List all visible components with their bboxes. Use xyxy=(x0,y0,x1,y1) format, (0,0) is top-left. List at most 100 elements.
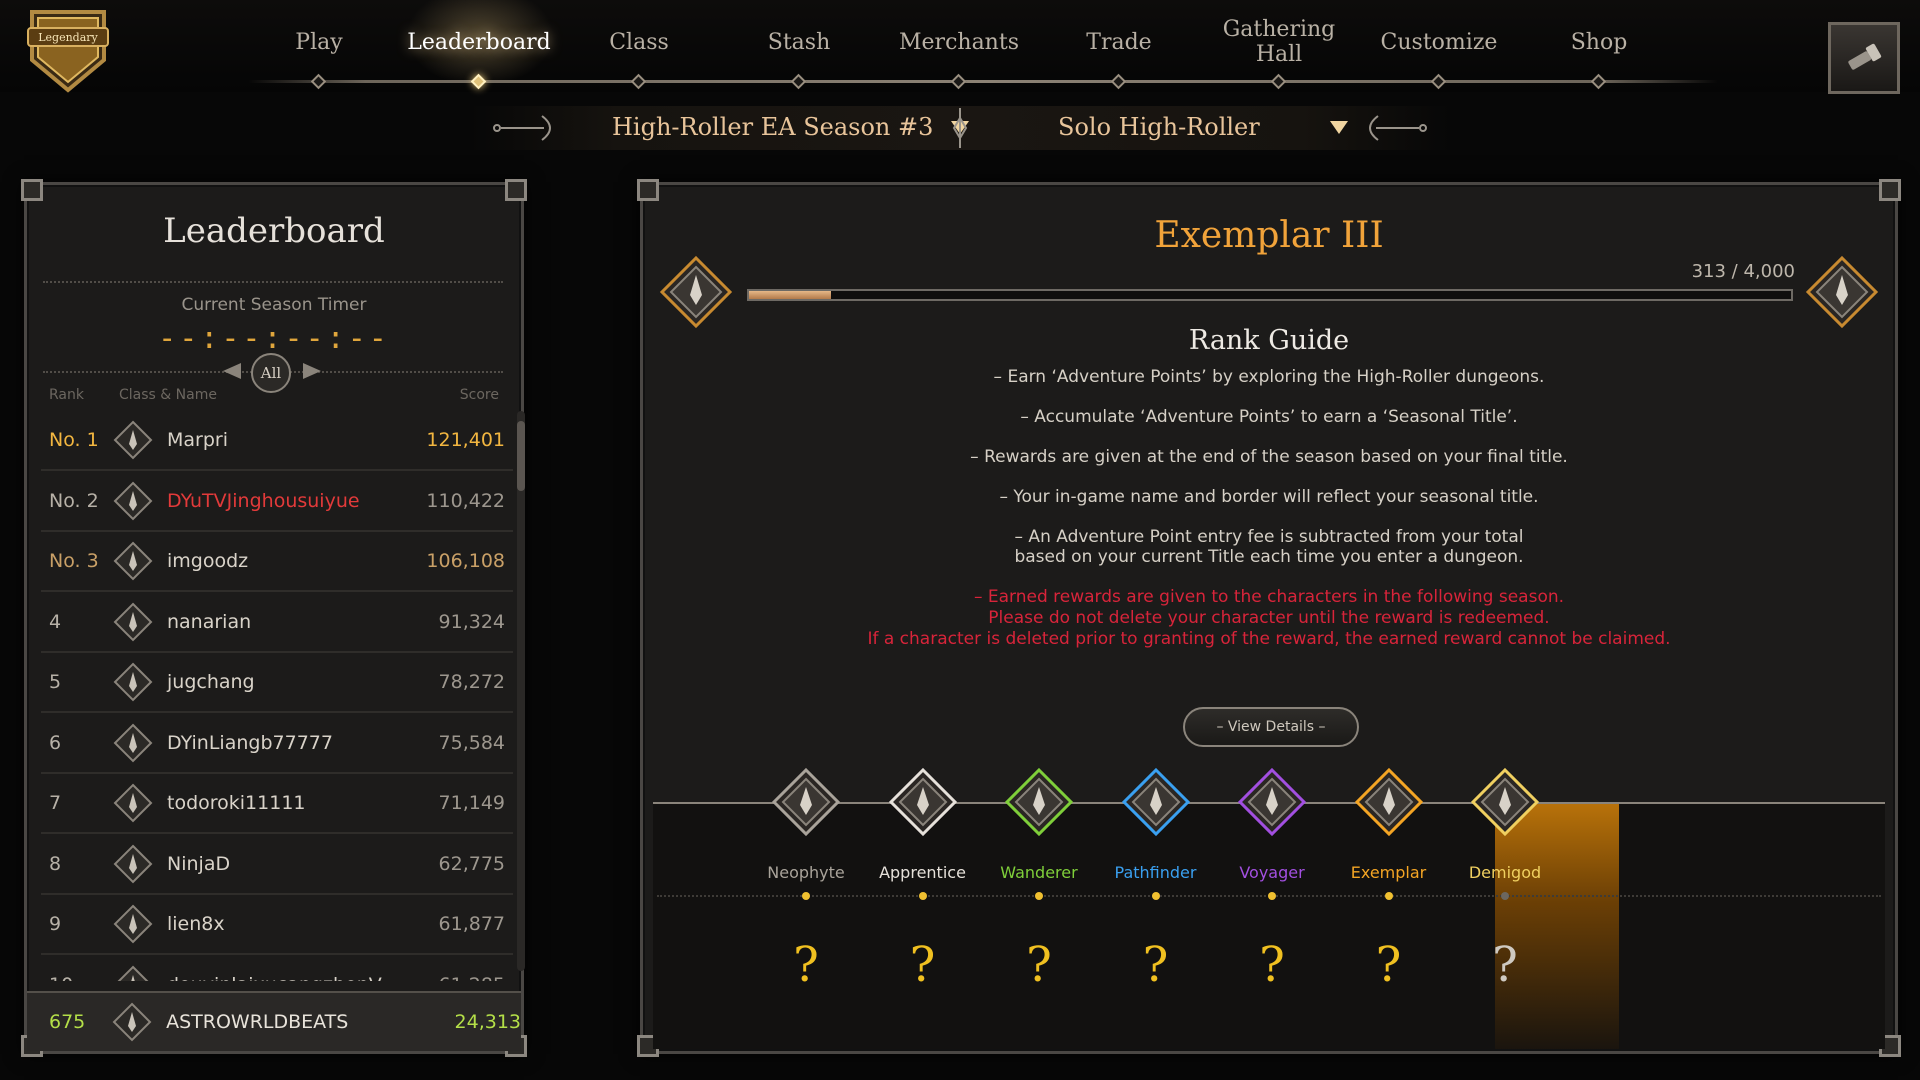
row-rank: 10 xyxy=(41,974,111,982)
tab-stash[interactable]: Stash xyxy=(724,14,874,70)
guide-line: – An Adventure Point entry fee is subtra… xyxy=(1014,527,1524,547)
class-emblem-icon xyxy=(111,781,155,825)
row-player-name: jugchang xyxy=(167,671,255,693)
legendary-badge-icon[interactable]: Legendary xyxy=(24,2,112,94)
leaderboard-row[interactable]: 6 DYinLiangb77777 75,584 xyxy=(41,714,513,774)
my-name: ASTROWRLDBEATS xyxy=(166,1011,349,1033)
tier-reward-icon[interactable]: ? xyxy=(1131,935,1181,995)
tier-apprentice[interactable]: Apprentice? xyxy=(858,767,988,1037)
leaderboard-row[interactable]: 5 jugchang 78,272 xyxy=(41,653,513,713)
tier-reward-icon[interactable]: ? xyxy=(781,935,831,995)
tier-demigod[interactable]: Demigod? xyxy=(1440,767,1570,1037)
class-emblem-icon xyxy=(111,600,155,644)
tab-marker xyxy=(630,73,647,90)
tier-reward-icon[interactable]: ? xyxy=(1014,935,1064,995)
tier-name: Demigod xyxy=(1468,863,1542,882)
row-player-name: douyinlaixucangzhenV xyxy=(155,974,411,982)
guide-line: – Your in-game name and border will refl… xyxy=(999,487,1539,507)
view-details-button[interactable]: – View Details – xyxy=(1183,707,1359,747)
tier-pathfinder[interactable]: Pathfinder? xyxy=(1091,767,1221,1037)
tier-wanderer[interactable]: Wanderer? xyxy=(974,767,1104,1037)
tier-voyager[interactable]: Voyager? xyxy=(1207,767,1337,1037)
tab-gathering-hall[interactable]: Gathering Hall xyxy=(1204,14,1354,70)
filter-next-arrow-icon[interactable] xyxy=(303,363,321,379)
tier-name: Voyager xyxy=(1239,863,1305,882)
class-filter-button[interactable]: All xyxy=(251,353,291,393)
tab-merchants[interactable]: Merchants xyxy=(884,14,1034,70)
tier-emblem-icon xyxy=(888,767,957,837)
tab-class[interactable]: Class xyxy=(564,14,714,70)
filter-prev-arrow-icon[interactable] xyxy=(223,363,241,379)
current-rank-emblem-icon xyxy=(659,255,733,329)
tier-neophyte[interactable]: Neophyte? xyxy=(741,767,871,1037)
leaderboard-scrollbar[interactable] xyxy=(517,411,525,971)
my-rank-row[interactable]: 675 ASTROWRLDBEATS 24,313 xyxy=(27,991,521,1051)
row-rank: No. 3 xyxy=(49,550,99,572)
rank-progress-text: 313 / 4,000 xyxy=(1691,261,1795,282)
season-timer-value: --:--:--:-- xyxy=(158,321,390,356)
tier-exemplar[interactable]: Exemplar? xyxy=(1324,767,1454,1037)
tier-name: Exemplar xyxy=(1350,863,1427,882)
rank-progress-bar xyxy=(747,289,1793,301)
nav-divider xyxy=(248,80,1718,83)
flashlight-button[interactable] xyxy=(1828,22,1900,94)
class-emblem-icon xyxy=(111,660,155,704)
leaderboard-row[interactable]: No. 3 imgoodz 106,108 xyxy=(41,532,513,592)
guide-line: – Rewards are given at the end of the se… xyxy=(970,447,1568,467)
season-dropdown-value: High-Roller EA Season #3 xyxy=(612,113,934,141)
row-score: 78,272 xyxy=(438,671,505,693)
tier-dot xyxy=(1501,892,1509,900)
row-score: 62,775 xyxy=(438,852,505,875)
leaderboard-row[interactable]: 8 NinjaD 62,775 xyxy=(41,835,513,895)
row-player-name: nanarian xyxy=(167,610,252,633)
scrollbar-thumb[interactable] xyxy=(517,421,525,491)
row-rank: 4 xyxy=(49,610,62,633)
mode-dropdown[interactable]: Solo High-Roller xyxy=(1058,110,1348,144)
row-rank: No. 2 xyxy=(49,489,99,512)
row-rank: 6 xyxy=(49,731,62,754)
top-navigation: Legendary Play Leaderboard Class Stash M… xyxy=(0,0,1920,94)
season-timer-label: Current Season Timer xyxy=(181,295,367,315)
row-rank: 8 xyxy=(49,852,62,875)
tab-customize[interactable]: Customize xyxy=(1364,14,1514,70)
season-selector-bar: High-Roller EA Season #3 Solo High-Rolle… xyxy=(470,100,1450,152)
next-rank-emblem-icon xyxy=(1805,255,1879,329)
tab-marker xyxy=(950,73,967,90)
tab-leaderboard[interactable]: Leaderboard xyxy=(404,14,554,70)
tab-play[interactable]: Play xyxy=(244,14,394,70)
badge-label: Legendary xyxy=(38,31,98,44)
tier-emblem-icon xyxy=(1470,767,1540,837)
tier-emblem-icon xyxy=(1237,767,1307,837)
my-score: 24,313 xyxy=(454,1011,522,1033)
tier-reward-icon[interactable]: ? xyxy=(1247,935,1297,995)
tab-trade[interactable]: Trade xyxy=(1044,14,1194,70)
leaderboard-row[interactable]: 4 nanarian 91,324 xyxy=(41,593,513,653)
row-rank: 5 xyxy=(49,671,62,693)
tab-shop[interactable]: Shop xyxy=(1524,14,1674,70)
row-player-name: DYuTVJinghousuiyue xyxy=(167,489,360,512)
class-emblem-icon xyxy=(111,842,155,886)
row-player-name: Marpri xyxy=(167,429,228,451)
tab-marker xyxy=(1270,73,1287,90)
leaderboard-row[interactable]: No. 2 DYuTVJinghousuiyue 110,422 xyxy=(41,472,513,532)
class-emblem-icon xyxy=(111,963,155,981)
tier-dot xyxy=(1035,892,1043,900)
leaderboard-panel: Leaderboard Current Season Timer --:--:-… xyxy=(21,179,527,1057)
leaderboard-row[interactable]: 10 douyinlaixucangzhenV61,285 xyxy=(41,956,513,982)
tab-marker xyxy=(310,73,327,90)
tier-name: Pathfinder xyxy=(1114,863,1197,882)
leaderboard-list: No. 1 Marpri 121,401 No. 2 DYuTVJinghousuiyu… xyxy=(41,411,521,981)
leaderboard-row[interactable]: 7 todoroki11111 71,149 xyxy=(41,774,513,834)
tier-reward-icon[interactable]: ? xyxy=(1480,935,1530,995)
class-emblem-icon xyxy=(111,418,155,462)
leaderboard-row[interactable]: No. 1 Marpri 121,401 xyxy=(41,411,513,471)
mode-dropdown-value: Solo High-Roller xyxy=(1058,113,1260,141)
row-score: 61,285 xyxy=(411,974,505,982)
tier-reward-icon[interactable]: ? xyxy=(1364,935,1414,995)
tier-reward-icon[interactable]: ? xyxy=(898,935,948,995)
tier-dot xyxy=(1151,892,1160,900)
leaderboard-row[interactable]: 9 lien8x 61,877 xyxy=(41,895,513,955)
tier-dot xyxy=(1268,892,1276,900)
season-dropdown[interactable]: High-Roller EA Season #3 xyxy=(612,110,970,144)
current-rank-title: Exemplar III xyxy=(1154,215,1384,256)
